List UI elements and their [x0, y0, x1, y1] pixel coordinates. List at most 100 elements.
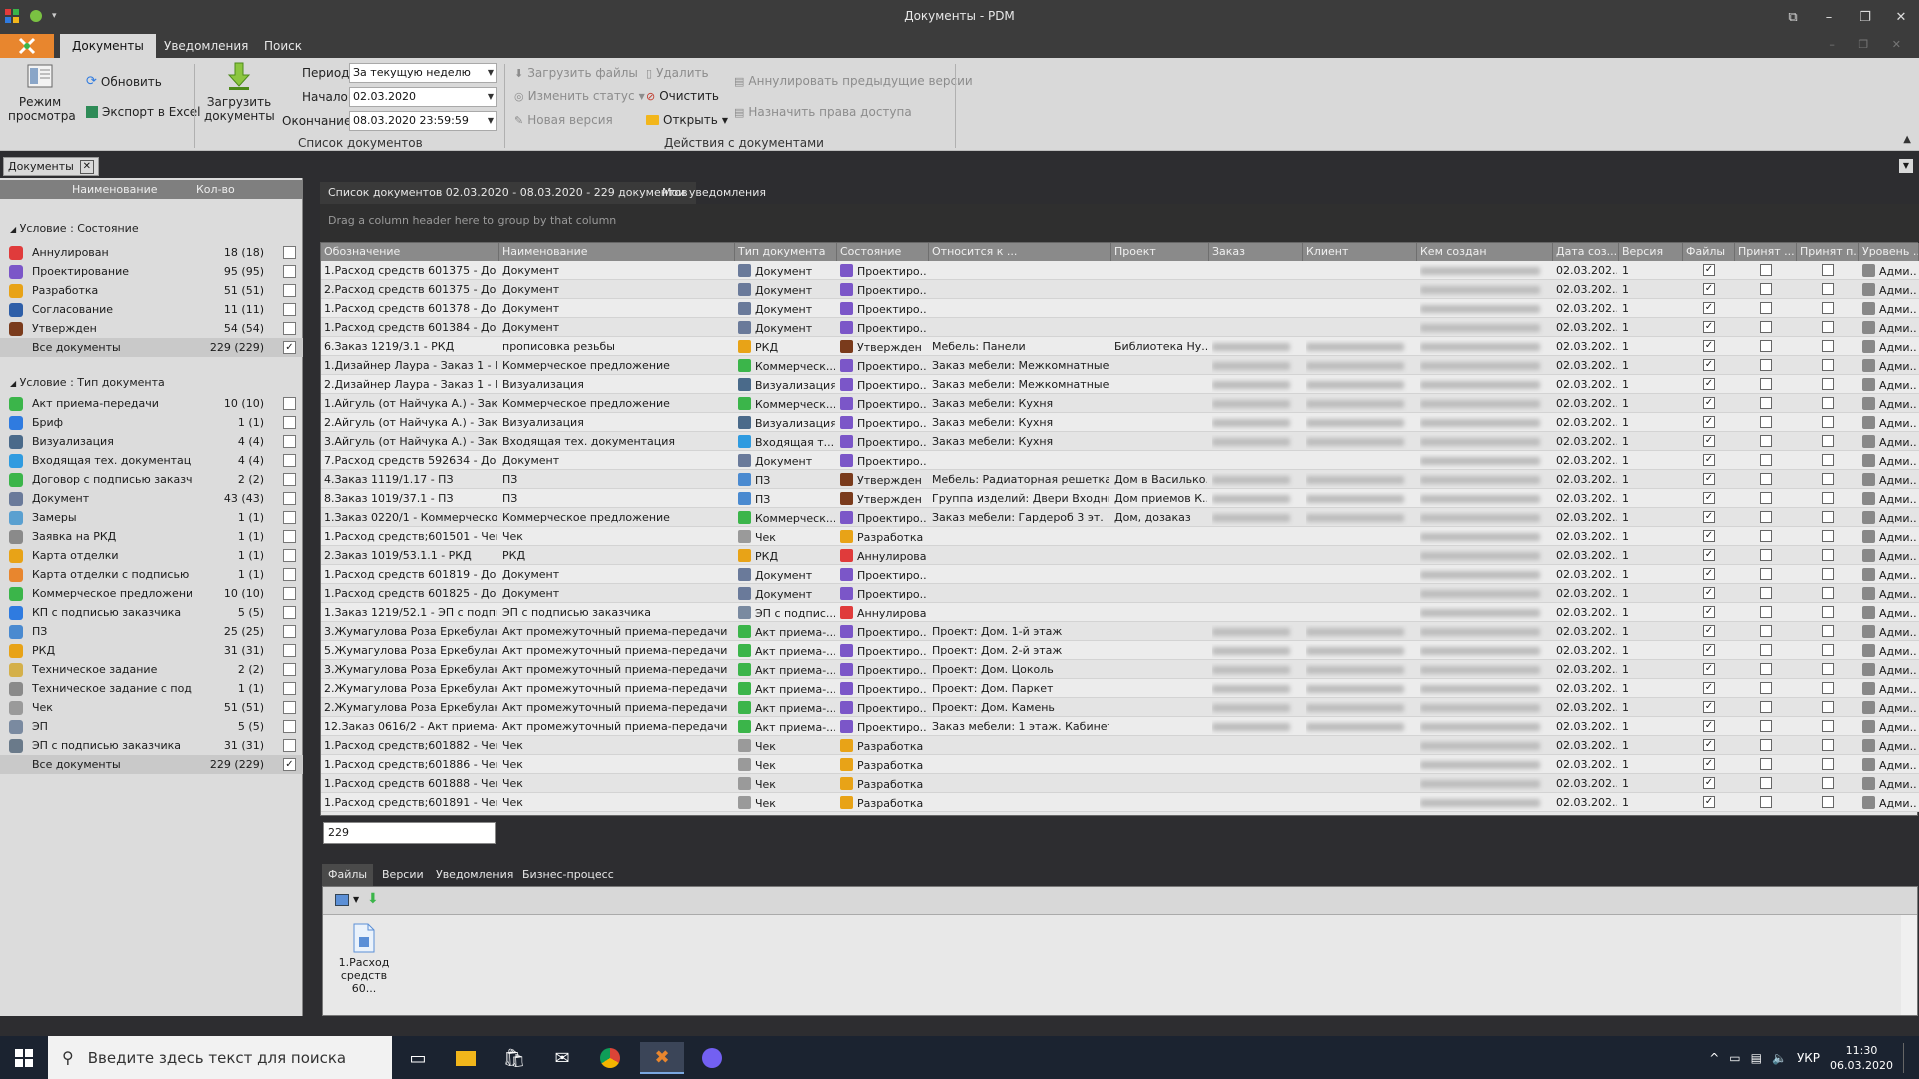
refresh-button[interactable]: ⟳ Обновить — [86, 74, 162, 89]
tab-versions[interactable]: Версии — [376, 864, 430, 886]
table-row[interactable]: 6.Заказ 1219/3.1 - РКД прописовка резьбы Р… — [321, 337, 1919, 356]
type-filter-item[interactable]: Акт приема-передачи 10 (10) — [0, 394, 303, 413]
mail-icon[interactable]: ✉ — [540, 1042, 584, 1074]
files-checkbox[interactable]: ✓ — [1703, 283, 1715, 295]
accepted-p-checkbox[interactable] — [1822, 625, 1834, 637]
filter-checkbox[interactable] — [283, 530, 296, 543]
files-checkbox[interactable]: ✓ — [1703, 264, 1715, 276]
files-checkbox[interactable]: ✓ — [1703, 530, 1715, 542]
type-filter-item[interactable]: Техническое задание с под... 1 (1) — [0, 679, 303, 698]
filter-checkbox[interactable]: ✓ — [283, 341, 296, 354]
filter-checkbox[interactable] — [283, 511, 296, 524]
tab-business-process[interactable]: Бизнес-процесс — [516, 864, 620, 886]
column-header-count[interactable]: Кол-во — [196, 183, 235, 196]
type-filter-item[interactable]: Замеры 1 (1) — [0, 508, 303, 527]
accepted-checkbox[interactable] — [1760, 758, 1772, 770]
table-row[interactable]: 2.Расход средств 601375 - Док... Документ… — [321, 280, 1919, 299]
column-header[interactable]: Принят ... — [1735, 243, 1797, 261]
condition-state-header[interactable]: ◢ Условие : Состояние — [0, 222, 303, 239]
accepted-checkbox[interactable] — [1760, 511, 1772, 523]
filter-checkbox[interactable] — [283, 416, 296, 429]
filter-checkbox[interactable]: ✓ — [283, 758, 296, 771]
column-header[interactable]: Клиент — [1303, 243, 1417, 261]
files-checkbox[interactable]: ✓ — [1703, 435, 1715, 447]
accepted-checkbox[interactable] — [1760, 454, 1772, 466]
restore-button[interactable]: ❐ — [1847, 0, 1883, 34]
type-filter-item[interactable]: Чек 51 (51) — [0, 698, 303, 717]
accepted-checkbox[interactable] — [1760, 264, 1772, 276]
table-row[interactable]: 4.Заказ 1119/1.17 - ПЗ ПЗ ПЗ Утвержден Мебел… — [321, 470, 1919, 489]
accepted-checkbox[interactable] — [1760, 777, 1772, 789]
accepted-p-checkbox[interactable] — [1822, 454, 1834, 466]
pdm-app-taskbar-icon[interactable]: ✖ — [640, 1042, 684, 1074]
load-files-button[interactable]: ⬇ Загрузить файлы — [514, 66, 638, 80]
tab-search[interactable]: Поиск — [252, 34, 314, 58]
collapse-ribbon-icon[interactable]: ▲ — [1903, 134, 1911, 145]
column-header[interactable]: Версия — [1619, 243, 1683, 261]
tab-documents-panel[interactable]: Документы ✕ — [3, 157, 99, 176]
column-header-name[interactable]: Наименование — [72, 183, 157, 196]
type-filter-item[interactable]: Коммерческое предложение 10 (10) — [0, 584, 303, 603]
end-date-input[interactable]: 08.03.2020 23:59:59 ▼ — [349, 111, 497, 131]
files-checkbox[interactable]: ✓ — [1703, 397, 1715, 409]
column-header[interactable]: Файлы — [1683, 243, 1735, 261]
viber-icon[interactable] — [690, 1042, 734, 1074]
accepted-checkbox[interactable] — [1760, 568, 1772, 580]
accepted-p-checkbox[interactable] — [1822, 663, 1834, 675]
files-checkbox[interactable]: ✓ — [1703, 777, 1715, 789]
state-filter-item[interactable]: Утвержден 54 (54) — [0, 319, 303, 338]
type-filter-item[interactable]: РКД 31 (31) — [0, 641, 303, 660]
column-header[interactable]: Заказ — [1209, 243, 1303, 261]
clear-button[interactable]: ⊘ Очистить — [646, 89, 719, 103]
accepted-checkbox[interactable] — [1760, 416, 1772, 428]
files-checkbox[interactable]: ✓ — [1703, 587, 1715, 599]
assign-rights-button[interactable]: ▤ Назначить права доступа — [734, 105, 912, 119]
type-filter-item[interactable]: Бриф 1 (1) — [0, 413, 303, 432]
type-filter-item[interactable]: КП с подписью заказчика 5 (5) — [0, 603, 303, 622]
type-filter-item[interactable]: Карта отделки 1 (1) — [0, 546, 303, 565]
chevron-down-icon[interactable]: ▼ — [353, 895, 359, 904]
start-date-input[interactable]: 02.03.2020 ▼ — [349, 87, 497, 107]
filter-checkbox[interactable] — [283, 435, 296, 448]
new-version-button[interactable]: ✎ Новая версия — [514, 113, 613, 127]
files-checkbox[interactable]: ✓ — [1703, 492, 1715, 504]
file-item[interactable]: 1.Расход средств 60... — [329, 923, 399, 995]
column-header[interactable]: Проект — [1111, 243, 1209, 261]
accepted-p-checkbox[interactable] — [1822, 302, 1834, 314]
accepted-p-checkbox[interactable] — [1822, 682, 1834, 694]
filter-checkbox[interactable] — [283, 606, 296, 619]
accepted-checkbox[interactable] — [1760, 549, 1772, 561]
type-filter-item[interactable]: Техническое задание 2 (2) — [0, 660, 303, 679]
filter-checkbox[interactable] — [283, 473, 296, 486]
table-row[interactable]: 2.Жумагулова Роза Еркебулано... Акт проме… — [321, 698, 1919, 717]
view-mode-button[interactable]: Режим просмотра — [8, 60, 76, 123]
tab-document-list[interactable]: Список документов 02.03.2020 - 08.03.202… — [320, 182, 696, 204]
files-checkbox[interactable]: ✓ — [1703, 758, 1715, 770]
type-filter-item[interactable]: ЭП 5 (5) — [0, 717, 303, 736]
column-header[interactable]: Уровень ... — [1859, 243, 1919, 261]
filter-checkbox[interactable] — [283, 663, 296, 676]
filter-checkbox[interactable] — [283, 625, 296, 638]
start-button[interactable] — [0, 1036, 48, 1079]
accepted-p-checkbox[interactable] — [1822, 359, 1834, 371]
annul-previous-button[interactable]: ▤ Аннулировать предыдущие версии — [734, 74, 973, 88]
files-checkbox[interactable]: ✓ — [1703, 378, 1715, 390]
accepted-checkbox[interactable] — [1760, 796, 1772, 808]
export-excel-button[interactable]: Экспорт в Excel — [86, 105, 201, 119]
filter-checkbox[interactable] — [283, 397, 296, 410]
filter-checkbox[interactable] — [283, 492, 296, 505]
table-row[interactable]: 3.Жумагулова Роза Еркебулано... Акт проме… — [321, 660, 1919, 679]
table-row[interactable]: 1.Расход средств 601819 - Док... Документ… — [321, 565, 1919, 584]
type-filter-item[interactable]: Документ 43 (43) — [0, 489, 303, 508]
accepted-checkbox[interactable] — [1760, 283, 1772, 295]
task-view-icon[interactable]: ▭ — [396, 1042, 440, 1074]
files-scrollbar[interactable] — [1901, 915, 1917, 1015]
table-row[interactable]: 3.Жумагулова Роза Еркебулано... Акт проме… — [321, 622, 1919, 641]
panel-menu-icon[interactable]: ▼ — [1899, 159, 1913, 173]
files-checkbox[interactable]: ✓ — [1703, 682, 1715, 694]
accepted-p-checkbox[interactable] — [1822, 416, 1834, 428]
column-header[interactable]: Обозначение — [321, 243, 499, 261]
column-header[interactable]: Относится к ... — [929, 243, 1111, 261]
network-icon[interactable]: ▤ — [1751, 1051, 1762, 1065]
accepted-checkbox[interactable] — [1760, 359, 1772, 371]
